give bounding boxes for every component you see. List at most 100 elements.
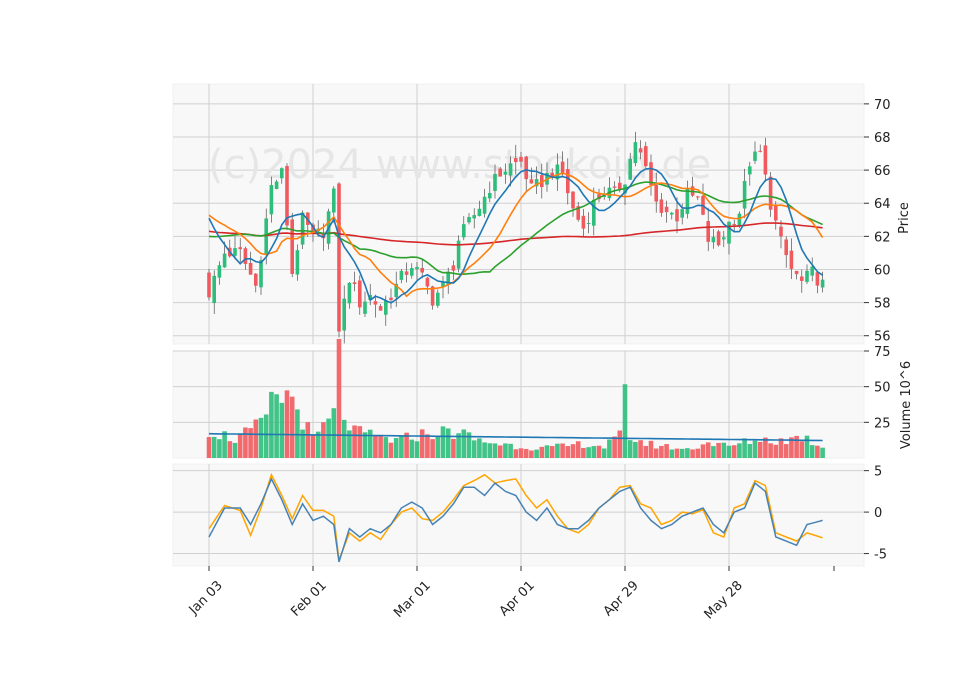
volume-bar [705, 442, 711, 458]
candle-body [493, 173, 497, 192]
candle-body [820, 279, 825, 288]
volume-bar [659, 445, 664, 458]
candle-body [711, 237, 716, 243]
candle-body [789, 250, 794, 269]
candle-body [238, 247, 242, 250]
candle-body [384, 300, 388, 315]
volume-bar [643, 445, 649, 458]
volume-bar [612, 436, 617, 458]
candle-body [436, 292, 440, 306]
volume-bar [503, 443, 508, 458]
volume-bar [409, 439, 415, 458]
candle-body [508, 163, 513, 176]
volume-bar [284, 390, 290, 458]
candle-body [524, 156, 528, 180]
price-tick-label: 64 [874, 197, 891, 212]
volume-bar [716, 442, 721, 458]
volume-bar [565, 446, 571, 458]
candle-body [784, 239, 788, 256]
candle-body [482, 196, 487, 214]
candle-body [815, 272, 820, 286]
candle-body [399, 270, 404, 280]
volume-bar [695, 448, 701, 458]
candle-body [217, 265, 222, 278]
candle-body [592, 199, 596, 226]
candle-body [254, 273, 258, 286]
volume-bar [419, 429, 425, 458]
osc-tick-label: 0 [874, 506, 882, 521]
volume-bar [523, 448, 529, 458]
candle-body [280, 168, 284, 179]
candle-body [243, 248, 248, 264]
volume-bar [544, 445, 550, 458]
volume-bar [627, 440, 633, 458]
candle-body [732, 224, 736, 226]
candle-body [378, 305, 383, 311]
volume-bar [211, 436, 217, 458]
volume-bar [731, 445, 737, 458]
volume-bar [274, 394, 279, 458]
candle-body [207, 272, 211, 298]
stock-chart: (c)2024 www.stockoid.de 5658606264666870… [0, 0, 960, 690]
volume-bar [633, 441, 638, 458]
volume-bar [768, 443, 773, 458]
candle-body [264, 218, 268, 255]
volume-bar [269, 391, 274, 458]
volume-bar [711, 446, 716, 458]
panel-0 [172, 83, 865, 345]
volume-bar [341, 419, 347, 458]
candle-body [488, 192, 492, 199]
price-tick-label: 58 [874, 297, 891, 312]
volume-bar [310, 434, 316, 458]
volume-bar [815, 445, 820, 458]
candle-body [763, 145, 768, 175]
candle-body [566, 169, 570, 194]
volume-bar [513, 449, 519, 458]
candle-body [649, 162, 653, 185]
volume-bar [352, 425, 357, 458]
volume-bar [222, 431, 227, 458]
volume-bar [237, 434, 243, 458]
candle-body [628, 158, 632, 180]
candle-body [342, 298, 346, 331]
candle-body [805, 270, 809, 282]
volume-bar [773, 444, 779, 458]
candle-body [779, 226, 783, 237]
volume-bar [809, 445, 815, 458]
volume-bar [570, 444, 576, 458]
candle-body [664, 206, 669, 213]
price-axis-label: Price [897, 202, 912, 234]
volume-bar [622, 384, 628, 458]
candle-body [633, 142, 638, 164]
candle-body [644, 146, 648, 167]
candle-body [274, 181, 279, 190]
candle-body [233, 248, 237, 256]
volume-bar [508, 443, 513, 458]
candle-body [503, 171, 508, 175]
volume-bar [752, 440, 758, 458]
volume-bar [336, 338, 342, 458]
volume-bar [794, 435, 799, 458]
candle-body [727, 221, 731, 244]
candle-body [581, 215, 586, 229]
candle-body [696, 196, 700, 198]
volume-bar [596, 445, 602, 458]
candle-body [415, 266, 419, 270]
volume-bar [367, 429, 373, 458]
volume-bar [690, 449, 695, 458]
volume-bar [653, 448, 659, 458]
candle-body [420, 267, 424, 273]
volume-bar [591, 446, 597, 458]
volume-bar [700, 444, 706, 458]
volume-bar [388, 442, 394, 458]
candle-body [332, 188, 336, 213]
candle-body [706, 221, 710, 242]
candle-body [295, 250, 300, 275]
candle-body [451, 265, 456, 271]
volume-bar [799, 441, 805, 458]
volume-bar [305, 422, 311, 458]
price-tick-label: 60 [874, 263, 891, 278]
price-tick-label: 56 [874, 330, 891, 345]
volume-bar [669, 449, 675, 458]
volume-bar [482, 442, 487, 458]
